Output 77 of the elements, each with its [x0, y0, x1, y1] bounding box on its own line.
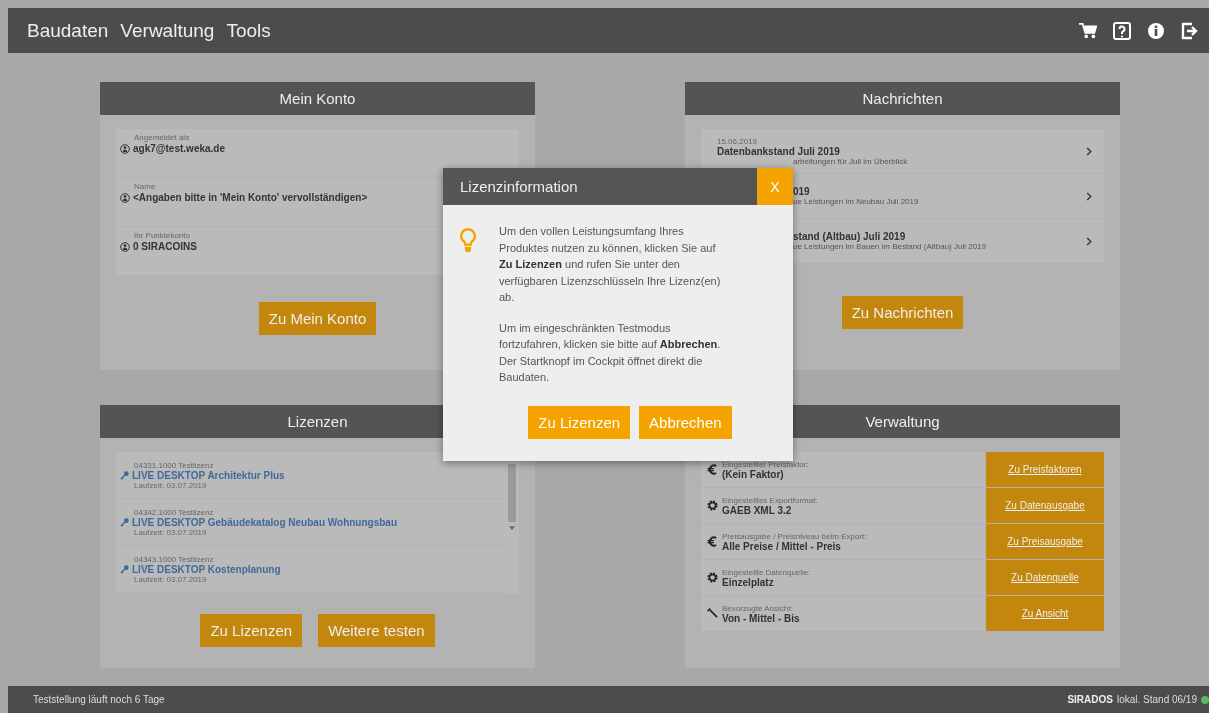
key-icon [120, 470, 129, 480]
key-icon [120, 564, 129, 574]
setting-link[interactable]: Zu Datenausgabe [986, 488, 1104, 523]
gear-icon [707, 572, 718, 583]
setting-link[interactable]: Zu Ansicht [986, 596, 1104, 631]
license-button[interactable]: Zu Lizenzen [200, 614, 303, 647]
news-button[interactable]: Zu Nachrichten [841, 296, 964, 329]
chevron-right-icon [1086, 146, 1092, 156]
trial-status: Teststellung läuft noch 6 Tage [33, 694, 165, 705]
license-code: 04343.1000 Testlizenz [133, 554, 215, 564]
menu-item[interactable]: Baudaten [27, 19, 109, 42]
setting-value: Alle Preise / Mittel - Preis [722, 540, 842, 552]
user-icon [120, 192, 130, 203]
news-date: 15.06.2019 [717, 136, 758, 146]
panel-title: Nachrichten [685, 82, 1120, 115]
news-summary: ue Leistungen im Bauen im Bestand (Altbau) Juli 2019 [793, 242, 986, 251]
news-item[interactable]: 15.06.2019 Datenbankstand Juli 2019 arbeitungen für Juli im Überblick [701, 129, 1104, 173]
license-item[interactable]: 04331.1000 Testlizenz LIVE DESKTOP Architektur Plus Laufzeit: 03.07.2019 [116, 452, 505, 498]
euro-icon [707, 464, 718, 475]
scroll-down-icon[interactable] [509, 526, 515, 530]
account-button[interactable]: Zu Mein Konto [258, 302, 377, 335]
setting-link[interactable]: Zu Preisausgabe [986, 524, 1104, 559]
field-label: Angemeldet als [133, 133, 191, 142]
logout-icon[interactable] [1181, 21, 1199, 40]
gear-icon [707, 500, 718, 511]
chevron-right-icon [1086, 236, 1092, 246]
setting-link[interactable]: Zu Datenquelle [986, 560, 1104, 595]
setting-label: Eingestelltes Exportformat: [722, 495, 818, 505]
user-icon [120, 241, 130, 252]
scroll-thumb[interactable] [508, 464, 516, 522]
dialog-button[interactable]: Abbrechen [639, 405, 732, 439]
field-value: 0 SIRACOINS [133, 241, 197, 252]
field-value: agk7@test.weka.de [133, 143, 226, 154]
dialog-text: Um im eingeschränkten Testmodus fortzufahren, klicken sie bitte auf Abbrechen. Der Startknopf im Cockpit öffnet direkt die Baudaten. [499, 320, 722, 385]
license-runtime: Laufzeit: 03.07.2019 [133, 574, 208, 584]
euro-icon [707, 536, 718, 547]
setting-value: Einzelplatz [722, 576, 774, 588]
setting-link[interactable]: Zu Preisfaktoren [986, 452, 1104, 487]
license-runtime: Laufzeit: 03.07.2019 [133, 480, 208, 490]
help-icon[interactable] [1113, 21, 1131, 40]
license-link[interactable]: LIVE DESKTOP Architektur Plus [132, 469, 285, 481]
setting-value: GAEB XML 3.2 [722, 504, 792, 516]
menu-item[interactable]: Tools [226, 19, 271, 42]
license-button[interactable]: Weitere testen [318, 614, 435, 647]
close-button[interactable]: X [757, 168, 793, 205]
news-title: stand (Altbau) Juli 2019 [793, 231, 906, 242]
setting-label: Preisausgabe / Preisniveau beim Export: [722, 531, 867, 541]
license-item[interactable]: 04342.1000 Testlizenz LIVE DESKTOP Gebäudekatalog Neubau Wohnungsbau Laufzeit: 03.07.2019 [116, 499, 505, 545]
setting-label: Eingestellter Preisfaktor: [722, 459, 809, 469]
cart-icon[interactable] [1079, 21, 1097, 40]
menu-item[interactable]: Verwaltung [120, 19, 215, 42]
license-runtime: Laufzeit: 03.07.2019 [133, 527, 208, 537]
dialog-title: Lizenzinformation [460, 178, 578, 195]
license-link[interactable]: LIVE DESKTOP Gebäudekatalog Neubau Wohnungsbau [132, 516, 398, 528]
license-code: 04331.1000 Testlizenz [133, 460, 215, 470]
news-summary: ue Leistungen im Neubau Juli 2019 [793, 197, 919, 206]
panel-title: Mein Konto [100, 82, 535, 115]
brand-logo: SIRADOS [1067, 694, 1113, 705]
info-icon[interactable] [1147, 21, 1165, 40]
news-summary: arbeitungen für Juli im Überblick [793, 156, 908, 166]
license-code: 04342.1000 Testlizenz [133, 507, 215, 517]
key-icon [120, 517, 129, 527]
field-value: <Angaben bitte in 'Mein Konto' vervollständigen> [133, 192, 368, 203]
chevron-right-icon [1086, 191, 1092, 201]
setting-value: (Kein Faktor) [722, 468, 785, 480]
news-title: Datenbankstand Juli 2019 [717, 145, 840, 157]
news-title: 019 [793, 186, 810, 197]
setting-label: Bevorzugte Ansicht: [722, 603, 794, 613]
license-link[interactable]: LIVE DESKTOP Kostenplanung [132, 563, 281, 575]
setting-label: Eingestellte Datenquelle: [722, 567, 811, 577]
license-item[interactable]: 04343.1000 Testlizenz LIVE DESKTOP Kostenplanung Laufzeit: 03.07.2019 [116, 546, 505, 592]
user-icon [120, 143, 130, 154]
setting-value: Von - Mittel - Bis [722, 612, 800, 624]
version-status: lokal. Stand 06/19 [1116, 694, 1197, 705]
dialog-button[interactable]: Zu Lizenzen [528, 405, 631, 439]
wrench-icon [707, 608, 718, 619]
lightbulb-icon [459, 227, 477, 255]
